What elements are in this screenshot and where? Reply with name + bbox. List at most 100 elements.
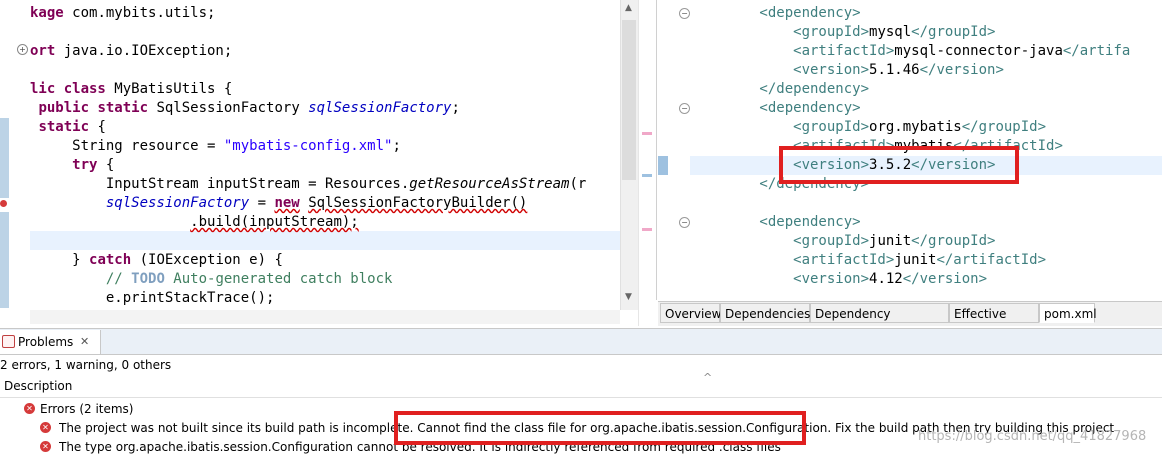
java-token: { (97, 119, 106, 135)
xml-token: <version> (692, 271, 870, 287)
xml-line: <artifactId>junit</artifactId> (692, 251, 1046, 270)
java-line: sqlSessionFactory = new SqlSessionFactor… (30, 194, 527, 213)
xml-token: junit (894, 252, 937, 268)
tab-overview[interactable]: Overview (660, 303, 722, 323)
java-line: } catch (IOException e) { (30, 251, 283, 270)
problems-icon (2, 335, 15, 348)
xml-token: </groupId> (911, 233, 996, 249)
xml-token: <dependency> (692, 100, 861, 116)
java-token: InputStream inputStream = Resources. (30, 176, 410, 192)
java-token: new (274, 195, 300, 211)
fold-collapse-icon[interactable]: − (679, 103, 690, 114)
overview-marker[interactable] (642, 174, 652, 177)
error-icon: ✕ (24, 403, 35, 414)
java-token: String resource = (30, 138, 224, 154)
java-line: public static SqlSessionFactory sqlSessi… (30, 99, 460, 118)
problems-tab-label: Problems (18, 335, 74, 349)
xml-line: <dependency> (692, 4, 861, 23)
error-icon: ✕ (40, 441, 51, 452)
xml-line: <groupId>org.mybatis</groupId> (692, 118, 1046, 137)
xml-token: <groupId> (692, 233, 870, 249)
java-token (30, 157, 72, 173)
java-line: ort java.io.IOException; (30, 42, 232, 61)
tab-pom-xml[interactable]: pom.xml (1039, 303, 1097, 323)
xml-line: <groupId>junit</groupId> (692, 232, 995, 251)
java-token: (r (569, 176, 587, 192)
java-token: TODO (131, 271, 165, 287)
xml-line: <version>5.1.46</version> (692, 61, 1004, 80)
xml-token: <dependency> (692, 214, 861, 230)
xml-token: mysql-connector-java (894, 43, 1063, 59)
java-token: ; (392, 138, 401, 154)
xml-token: <version> (692, 62, 870, 78)
scroll-up-arrow-icon[interactable]: ▲ (625, 3, 632, 13)
java-token: ; (451, 100, 460, 116)
java-token: (IOException e) { (139, 252, 283, 268)
java-token: ort (30, 43, 64, 59)
java-line: static { (30, 118, 106, 137)
java-token (300, 195, 308, 211)
java-token: com.mybits.utils; (72, 5, 216, 21)
java-token: // (105, 271, 132, 287)
xml-line: <dependency> (692, 99, 861, 118)
problems-summary: 2 errors, 1 warning, 0 others (0, 358, 172, 372)
description-column-header[interactable]: Description ^ (0, 371, 1162, 398)
gutter-change-marker (658, 156, 668, 175)
sort-arrow-icon: ^ (703, 371, 713, 384)
java-token: static (38, 119, 98, 135)
tab-effective-pom[interactable]: Effective POM (949, 303, 1039, 341)
xml-token: <artifactId> (692, 252, 895, 268)
java-editor-overview-ruler[interactable] (638, 0, 655, 326)
java-token: } (30, 252, 90, 268)
java-token: e.printStackTrace(); (30, 290, 275, 306)
close-icon[interactable]: ✕ (80, 333, 89, 351)
java-editor-horizontal-scrollbar[interactable] (30, 310, 620, 324)
xml-token: junit (869, 233, 912, 249)
tab-dependencies[interactable]: Dependencies (720, 303, 810, 323)
scroll-down-arrow-icon[interactable]: ▼ (625, 292, 632, 302)
xml-token: </dependency> (692, 81, 870, 97)
xml-token: <dependency> (692, 5, 861, 21)
java-line: InputStream inputStream = Resources.getR… (30, 175, 586, 194)
xml-line: <version>4.12</version> (692, 270, 987, 289)
java-line: .build(inputStream); (30, 213, 359, 232)
xml-token: org.mybatis (869, 119, 962, 135)
overview-marker[interactable] (642, 132, 652, 135)
java-editor-scroll-thumb[interactable] (622, 20, 636, 180)
xml-token: </version> (919, 62, 1004, 78)
xml-line: </dependency> (692, 80, 869, 99)
java-token: MyBatisUtils { (114, 81, 233, 97)
xml-token: </groupId> (911, 24, 996, 40)
java-editor[interactable]: + kage com.mybits.utils; ort java.io.IOEx… (0, 0, 640, 326)
xml-token: <artifactId> (692, 43, 895, 59)
java-token: kage (30, 5, 73, 21)
java-token: "mybatis-config.xml" (223, 138, 393, 154)
java-token (30, 195, 106, 211)
overview-marker[interactable] (642, 228, 652, 231)
errors-group-label[interactable]: Errors (2 items) (40, 400, 134, 418)
java-token: sqlSessionFactory (105, 195, 250, 211)
description-header-label: Description (4, 379, 73, 393)
java-token: Auto-generated catch block (164, 271, 393, 287)
tab-dependency-hierarchy[interactable]: Dependency Hierarchy (810, 303, 949, 341)
java-token (30, 271, 106, 287)
watermark: https://blog.csdn.net/qq_41827968 (918, 429, 1147, 444)
xml-token: <groupId> (692, 24, 870, 40)
error-highlight-box (394, 411, 806, 445)
java-line: lic class MyBatisUtils { (30, 80, 232, 99)
problems-tabbar (0, 329, 1162, 355)
fold-collapse-icon[interactable]: − (679, 217, 690, 228)
error-icon: ✕ (40, 422, 51, 433)
java-line: kage com.mybits.utils; (30, 4, 215, 23)
fold-collapse-icon[interactable]: − (679, 8, 690, 19)
java-token: .build(inputStream); (190, 214, 359, 230)
java-token: = (249, 195, 275, 211)
java-line: try { (30, 156, 114, 175)
xml-token: mysql (869, 24, 912, 40)
xml-token: </artifactId> (936, 252, 1047, 268)
xml-token: 4.12 (869, 271, 903, 287)
xml-token: </groupId> (961, 119, 1047, 135)
java-token: catch (89, 252, 140, 268)
tab-problems[interactable]: Problems ✕ (0, 330, 101, 354)
xml-token: 5.1.46 (869, 62, 920, 78)
